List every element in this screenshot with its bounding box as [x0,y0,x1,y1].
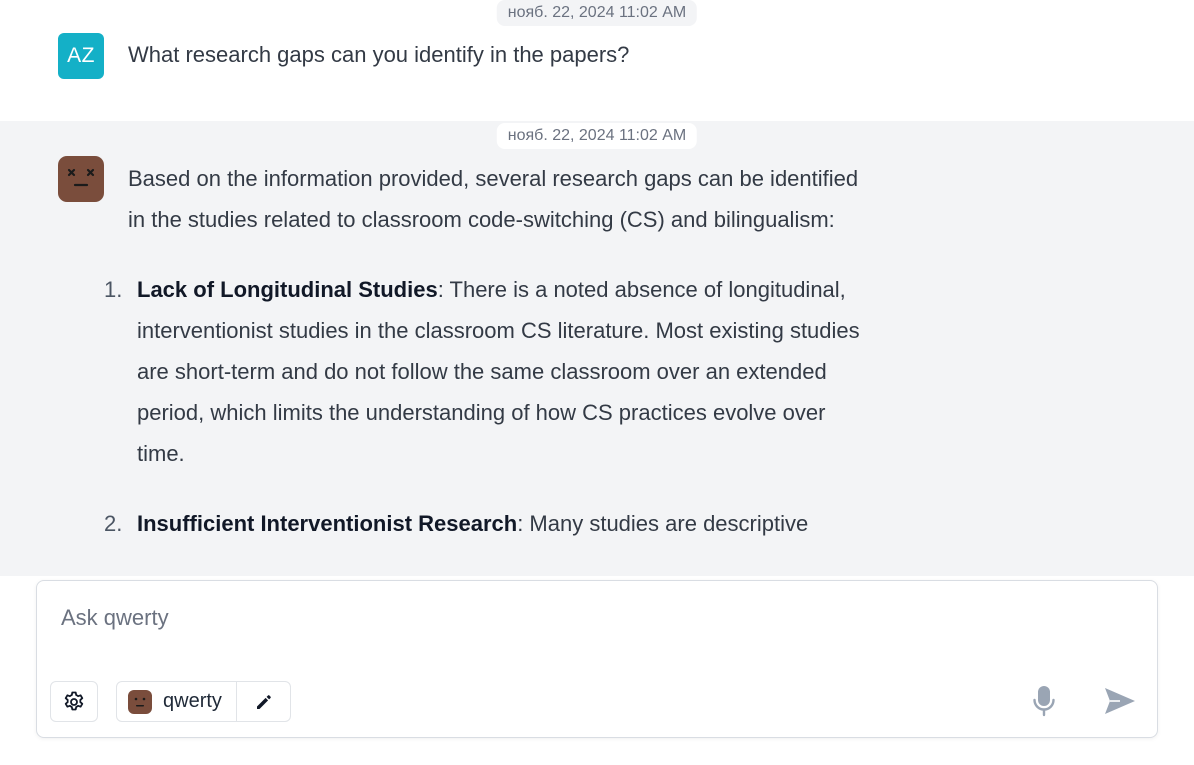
list-item: 2. Insufficient Interventionist Research:… [104,503,868,544]
edit-model-button[interactable] [237,682,290,721]
chat-history[interactable]: нояб. 22, 2024 11:02 AM AZ What research… [0,0,1194,576]
send-button[interactable] [1101,683,1139,719]
list-item: 1. Lack of Longitudinal Studies: There is… [104,269,868,474]
assistant-intro: Based on the information provided, sever… [128,166,859,232]
message-timestamp: нояб. 22, 2024 11:02 AM [496,123,698,149]
research-gaps-list: 1. Lack of Longitudinal Studies: There is… [104,269,868,544]
list-item-text: : Many studies are descriptive [517,511,809,536]
chat-page: нояб. 22, 2024 11:02 AM AZ What research… [0,0,1194,765]
list-item-term: Lack of Longitudinal Studies [137,277,438,302]
send-icon [1105,688,1135,714]
microphone-icon [1033,686,1055,717]
microphone-button[interactable] [1027,683,1061,719]
dead-face-icon [67,168,95,187]
model-select-button[interactable]: qwerty [117,682,237,721]
model-avatar [128,689,152,714]
assistant-message-body: Based on the information provided, sever… [104,158,868,573]
assistant-avatar [58,156,104,202]
user-message: нояб. 22, 2024 11:02 AM AZ What research… [0,0,1194,121]
pencil-icon [256,694,271,709]
ask-input[interactable] [61,605,1121,631]
model-selector-group: qwerty [116,681,291,722]
gear-icon [64,691,84,710]
assistant-message: нояб. 22, 2024 11:02 AM Based on the inf… [0,121,1194,576]
list-item-number: 2. [104,511,123,536]
list-item-text: : There is a noted absence of longitudin… [137,277,860,466]
user-avatar: AZ [58,33,104,79]
settings-button[interactable] [50,681,98,722]
list-item-term: Insufficient Interventionist Research [137,511,518,536]
message-composer: qwerty [36,580,1158,738]
neutral-face-icon [134,697,146,706]
message-timestamp: нояб. 22, 2024 11:02 AM [496,0,698,26]
model-name: qwerty [163,690,222,712]
user-message-text: What research gaps can you identify in t… [128,42,630,67]
list-item-number: 1. [104,277,123,302]
